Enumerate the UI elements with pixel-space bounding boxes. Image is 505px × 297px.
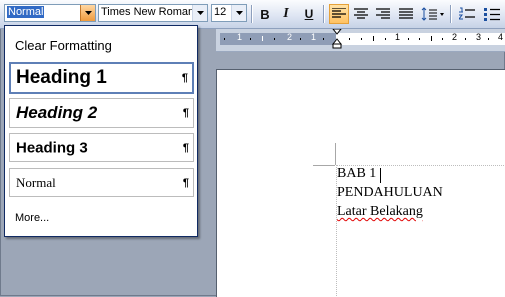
toolbar-separator — [450, 5, 451, 23]
font-combo-value[interactable]: Times New Roman — [101, 6, 194, 18]
ruler-tick — [385, 38, 386, 40]
ruler-tick — [349, 38, 350, 40]
style-item-normal[interactable]: Normal ¶ — [9, 168, 194, 197]
italic-label: I — [283, 6, 289, 21]
ruler-tick — [442, 38, 443, 40]
indent-marker-icon[interactable] — [332, 29, 342, 49]
line-spacing-button[interactable] — [420, 4, 446, 24]
paragraph-mark-icon: ¶ — [182, 141, 189, 154]
style-item-heading-1[interactable]: Heading 1 ¶ — [9, 62, 194, 94]
chevron-down-icon — [235, 11, 243, 15]
ruler-tick — [274, 38, 275, 40]
ruler-tick — [361, 38, 362, 40]
paragraph-mark-icon: ¶ — [182, 107, 189, 119]
more-styles-item[interactable]: More... — [15, 212, 49, 224]
style-dropdown-button[interactable] — [80, 5, 95, 21]
justify-button[interactable] — [396, 4, 416, 24]
ruler-tick — [408, 38, 409, 40]
ruler-tick — [300, 38, 301, 40]
paragraph-mark-icon: ¶ — [181, 72, 188, 84]
ruler-number: 2 — [452, 32, 458, 42]
font-size-value[interactable]: 12 — [214, 6, 226, 18]
ruler-number: 1 — [311, 32, 317, 42]
page-corner-mark — [335, 143, 336, 165]
numbered-list-icon — [459, 7, 475, 20]
align-right-icon — [376, 8, 390, 19]
style-combo[interactable]: Normal — [4, 4, 96, 22]
italic-button[interactable]: I — [276, 4, 296, 24]
style-item-label: Heading 2 — [16, 103, 98, 122]
styles-dropdown-menu: Clear Formatting Heading 1 ¶ Heading 2 ¶… — [4, 25, 198, 237]
style-item-label: Normal — [16, 174, 56, 190]
justify-icon — [399, 8, 413, 19]
underline-button[interactable]: U — [299, 4, 319, 24]
font-size-combo[interactable]: 12 — [211, 4, 247, 22]
ruler-tick — [488, 38, 489, 40]
underline-label: U — [304, 7, 314, 21]
ruler-number: 2 — [287, 32, 293, 42]
bold-label: B — [260, 6, 270, 22]
ruler-tick — [250, 38, 251, 40]
bullets-button[interactable] — [482, 4, 502, 24]
font-combo[interactable]: Times New Roman — [98, 4, 208, 22]
chevron-down-icon — [196, 11, 204, 15]
bold-button[interactable]: B — [255, 4, 275, 24]
bulleted-list-icon — [484, 8, 500, 21]
style-item-heading-2[interactable]: Heading 2 ¶ — [9, 98, 194, 128]
style-item-heading-3[interactable]: Heading 3 ¶ — [9, 133, 194, 162]
ruler-number: 3 — [476, 32, 482, 42]
align-center-button[interactable] — [351, 4, 371, 24]
chevron-down-icon — [84, 11, 92, 15]
toolbar-separator — [323, 5, 324, 23]
ruler-tick — [419, 38, 420, 40]
line-spacing-icon — [421, 7, 444, 21]
ruler-tick — [373, 36, 374, 41]
document-line[interactable]: PENDAHULUAN — [337, 185, 443, 201]
font-size-dropdown-button[interactable] — [231, 5, 246, 21]
toolbar-separator — [251, 5, 252, 23]
ruler-body: 1 2 1 1 2 3 4 — [220, 29, 505, 49]
page-corner-mark — [313, 165, 335, 166]
horizontal-ruler[interactable]: 1 2 1 1 2 3 4 — [216, 29, 505, 52]
ruler-tick — [431, 36, 432, 41]
ruler-number: 4 — [498, 32, 504, 42]
ruler-tick — [465, 38, 466, 40]
paragraph-mark-icon: ¶ — [182, 176, 189, 189]
text-cursor — [380, 168, 381, 183]
ruler-number: 1 — [395, 32, 401, 42]
numbering-button[interactable] — [457, 4, 477, 24]
style-item-label: Heading 3 — [16, 139, 88, 156]
document-line[interactable]: BAB 1 — [337, 166, 376, 182]
ruler-tick — [224, 38, 225, 40]
align-center-icon — [354, 8, 368, 19]
document-line-misspelled[interactable]: Latar Belakang — [337, 204, 423, 220]
clear-formatting-item[interactable]: Clear Formatting — [15, 38, 112, 53]
ruler-tick — [262, 36, 263, 41]
align-right-button[interactable] — [373, 4, 393, 24]
ruler-number: 1 — [237, 32, 243, 42]
align-left-button[interactable] — [329, 4, 349, 24]
style-combo-value[interactable]: Normal — [7, 6, 45, 18]
style-item-label: Heading 1 — [16, 67, 107, 88]
font-dropdown-button[interactable] — [192, 5, 207, 21]
ruler-tick — [323, 38, 324, 40]
align-left-icon — [332, 8, 346, 18]
